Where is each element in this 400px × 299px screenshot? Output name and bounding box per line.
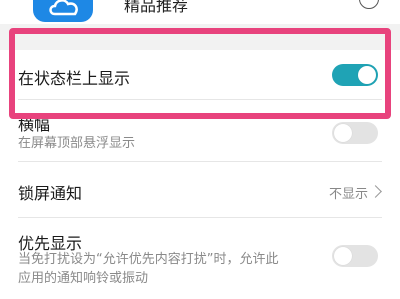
toggle-knob [358, 66, 376, 84]
banner-toggle[interactable] [332, 122, 378, 144]
toggle-knob [334, 124, 352, 142]
cloud-icon [49, 0, 78, 16]
setting-description: 在屏幕顶部悬浮显示 [18, 136, 136, 151]
setting-label: 锁屏通知 [18, 184, 83, 203]
toggle-knob [334, 247, 352, 265]
setting-label: 横幅 [18, 115, 51, 134]
section-gap [0, 24, 400, 50]
info-icon[interactable] [359, 0, 379, 9]
setting-description-line1: 当免打扰设为“允许优先内容打扰”时，允许此 [18, 252, 279, 267]
chevron-right-icon [369, 185, 382, 198]
setting-value: 不显示 [328, 187, 368, 202]
setting-label: 在状态栏上显示 [18, 69, 131, 88]
app-header-row: 精品推荐 [0, 0, 400, 24]
setting-row-priority[interactable]: 优先显示 当免打扰设为“允许优先内容打扰”时，允许此 应用的通知响铃或振动 [0, 218, 400, 299]
app-icon [33, 0, 93, 22]
setting-row-banner[interactable]: 横幅 在屏幕顶部悬浮显示 [0, 100, 400, 162]
notification-settings-screen: 精品推荐 在状态栏上显示 横幅 在屏幕顶部悬浮显示 锁屏通知 不显示 优先显示 … [0, 0, 400, 299]
setting-description-line2: 应用的通知响铃或振动 [18, 271, 149, 286]
priority-toggle[interactable] [332, 245, 378, 267]
status-bar-toggle[interactable] [332, 64, 378, 86]
setting-row-lockscreen[interactable]: 锁屏通知 不显示 [0, 162, 400, 218]
app-name: 精品推荐 [124, 0, 189, 15]
setting-row-status-bar[interactable]: 在状态栏上显示 [0, 50, 400, 100]
